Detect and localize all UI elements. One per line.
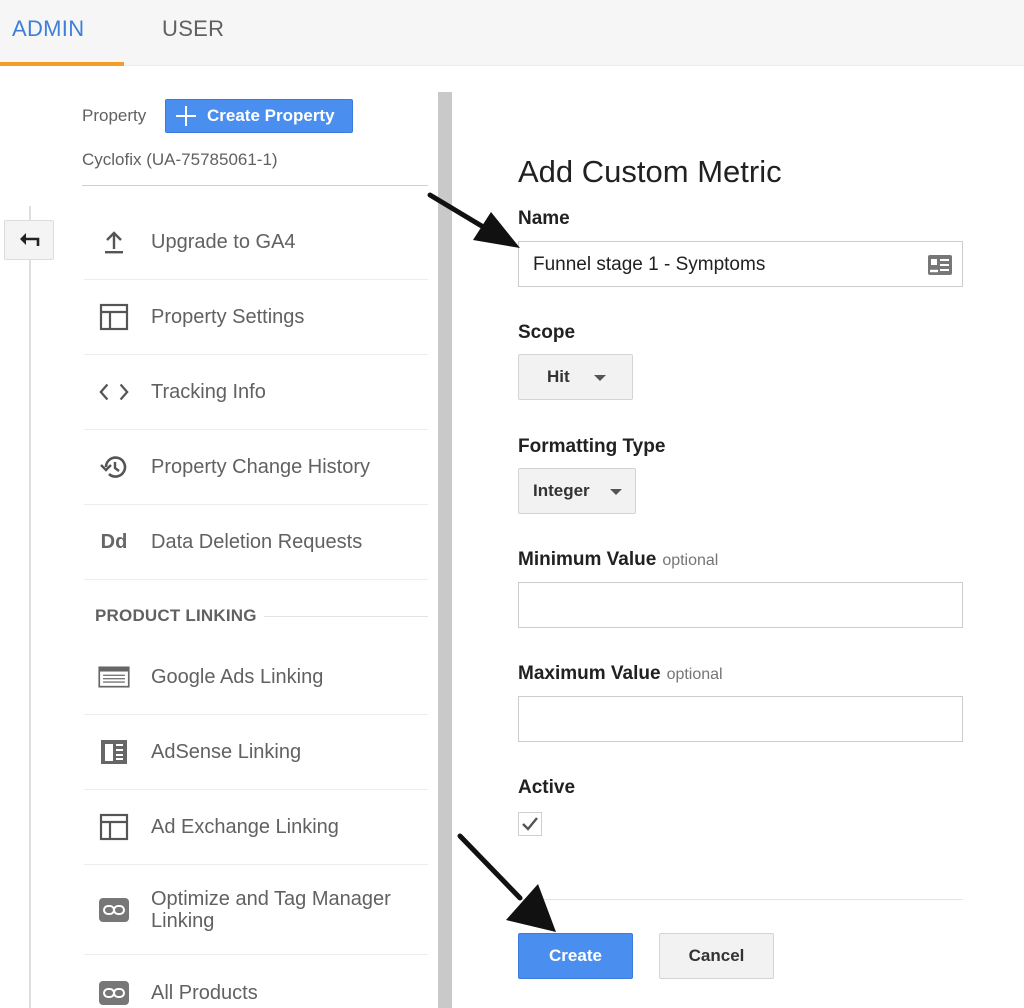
sidebar-item-data-deletion[interactable]: Dd Data Deletion Requests (84, 505, 428, 580)
create-property-button[interactable]: Create Property (165, 99, 353, 133)
name-input-value: Funnel stage 1 - Symptoms (533, 254, 766, 275)
property-selector[interactable]: Cyclofix (UA-75785061-1) (82, 150, 428, 186)
sidebar-item-all-products[interactable]: All Products (84, 955, 428, 1008)
minimum-value-input[interactable] (518, 582, 963, 628)
top-tab-bar: ADMIN USER (0, 0, 1024, 66)
scope-label: Scope (518, 322, 576, 343)
sidebar-item-upgrade-ga4[interactable]: Upgrade to GA4 (84, 205, 428, 280)
sidebar-item-change-history[interactable]: Property Change History (84, 430, 428, 505)
annotation-arrow-icon (457, 833, 556, 932)
link-icon (98, 977, 130, 1008)
maximum-value-label: Maximum Value optional (518, 663, 723, 685)
scope-dropdown[interactable]: Hit (518, 354, 633, 400)
section-header-text: PRODUCT LINKING (95, 606, 257, 625)
sidebar-item-property-settings[interactable]: Property Settings (84, 280, 428, 355)
form-divider (518, 899, 963, 900)
layout-icon (98, 301, 130, 333)
page-title: Add Custom Metric (518, 154, 782, 189)
property-menu: Upgrade to GA4 Property Settings Trackin… (84, 205, 428, 1008)
property-label: Property (82, 106, 147, 125)
optional-hint: optional (662, 552, 719, 569)
back-arrow-icon (20, 233, 40, 246)
sidebar-item-label: Optimize and Tag Manager Linking (151, 887, 391, 932)
link-icon (98, 894, 130, 926)
sidebar-item-label: Property Settings (151, 306, 305, 328)
annotation-arrow-icon (427, 192, 520, 248)
create-property-label: Create Property (207, 106, 335, 125)
maximum-value-label-text: Maximum Value (518, 663, 661, 684)
name-input[interactable]: Funnel stage 1 - Symptoms (518, 241, 963, 287)
name-label: Name (518, 208, 570, 229)
sidebar-item-tracking-info[interactable]: Tracking Info (84, 355, 428, 430)
sidebar-item-optimize-tag-manager[interactable]: Optimize and Tag Manager Linking (84, 865, 428, 955)
sidebar-item-label: Property Change History (151, 456, 370, 478)
maximum-value-input[interactable] (518, 696, 963, 742)
sidebar-item-adsense[interactable]: AdSense Linking (84, 715, 428, 790)
cancel-button-label: Cancel (688, 946, 745, 965)
active-tab-indicator (0, 62, 124, 66)
minimum-value-label-text: Minimum Value (518, 549, 657, 570)
scope-selected-value: Hit (547, 367, 570, 386)
history-icon (98, 451, 130, 483)
formatting-type-label: Formatting Type (518, 436, 666, 457)
plus-icon (175, 105, 197, 127)
sidebar-item-label: Google Ads Linking (151, 666, 324, 688)
code-icon (98, 376, 130, 408)
ads-icon (98, 661, 130, 693)
upload-icon (98, 226, 130, 258)
back-button[interactable] (4, 220, 54, 260)
formatting-type-dropdown[interactable]: Integer (518, 468, 636, 514)
formatting-selected-value: Integer (533, 481, 590, 500)
cancel-button[interactable]: Cancel (659, 933, 774, 979)
layout-icon (98, 811, 130, 843)
chevron-down-icon (610, 489, 622, 495)
sidebar-item-label: Ad Exchange Linking (151, 816, 339, 838)
active-label: Active (518, 777, 576, 798)
column-guide-line (29, 206, 31, 1008)
section-header-product-linking: PRODUCT LINKING (84, 580, 428, 640)
data-deletion-icon: Dd (100, 530, 128, 553)
section-divider (264, 616, 428, 617)
create-button-label: Create (549, 946, 602, 965)
selected-property-name: Cyclofix (UA-75785061-1) (82, 150, 278, 169)
optional-hint: optional (666, 666, 723, 683)
sidebar-item-label: All Products (151, 981, 258, 1004)
sidebar-item-google-ads[interactable]: Google Ads Linking (84, 640, 428, 715)
adsense-icon (98, 736, 130, 768)
minimum-value-label: Minimum Value optional (518, 549, 718, 571)
tab-admin[interactable]: ADMIN (12, 14, 84, 44)
sidebar-item-ad-exchange[interactable]: Ad Exchange Linking (84, 790, 428, 865)
contact-card-icon[interactable] (927, 254, 953, 281)
tab-user[interactable]: USER (162, 14, 224, 44)
chevron-down-icon (594, 375, 606, 381)
sidebar-item-label: Tracking Info (151, 381, 266, 403)
sidebar-item-label: Upgrade to GA4 (151, 231, 296, 253)
sidebar-item-label: Data Deletion Requests (151, 531, 363, 553)
sidebar-item-label: AdSense Linking (151, 741, 302, 763)
